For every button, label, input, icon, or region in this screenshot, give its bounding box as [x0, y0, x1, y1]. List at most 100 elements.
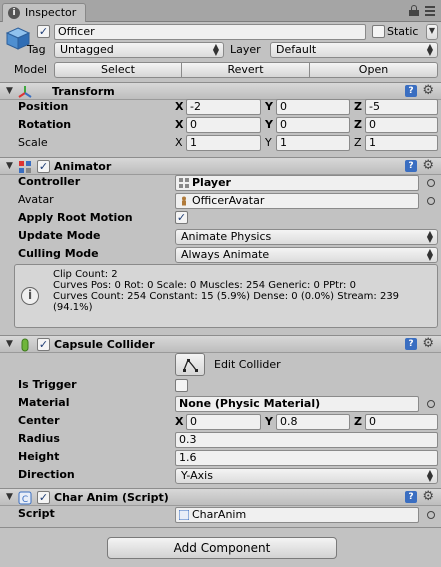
- material-label: Material: [18, 396, 70, 409]
- edit-collider-button[interactable]: [175, 353, 205, 376]
- script-label: Script: [18, 507, 55, 520]
- scale-y-input[interactable]: 1: [276, 135, 350, 151]
- script-icon: C: [18, 491, 32, 505]
- tag-dropdown[interactable]: Untagged ▲ ▼: [54, 42, 224, 58]
- transform-header[interactable]: ▼ Transform ? ⚙: [0, 82, 441, 100]
- rotation-z-input[interactable]: 0: [365, 117, 438, 133]
- model-revert-button[interactable]: Revert: [181, 62, 310, 78]
- center-z-label: Z: [354, 415, 362, 428]
- dropdown-arrows-icon: ▲ ▼: [426, 247, 433, 262]
- animator-header[interactable]: ▼ ✓ Animator ? ⚙: [0, 157, 441, 175]
- position-label: Position: [18, 100, 69, 113]
- layer-dropdown[interactable]: Default ▲ ▼: [270, 42, 438, 58]
- animator-info-box: i Clip Count: 2 Curves Pos: 0 Rot: 0 Sca…: [14, 264, 438, 328]
- position-y-input[interactable]: 0: [276, 99, 350, 115]
- add-component-button[interactable]: Add Component: [107, 537, 337, 559]
- help-icon[interactable]: ?: [405, 491, 417, 503]
- scale-y-label: Y: [265, 136, 272, 149]
- object-picker-icon[interactable]: [427, 511, 435, 519]
- scale-x-label: X: [175, 136, 183, 149]
- info-line: Clip Count: 2: [53, 269, 118, 280]
- animator-enabled-checkbox[interactable]: ✓: [37, 160, 50, 173]
- char-anim-header[interactable]: ▼ C ✓ Char Anim (Script) ? ⚙: [0, 488, 441, 506]
- object-picker-icon[interactable]: [427, 179, 435, 187]
- gear-icon[interactable]: ⚙: [422, 489, 434, 504]
- model-select-button[interactable]: Select: [54, 62, 182, 78]
- rotation-x-label: X: [175, 118, 184, 131]
- culling-mode-dropdown[interactable]: Always Animate ▲ ▼: [175, 247, 438, 263]
- gear-icon[interactable]: ⚙: [422, 83, 434, 98]
- is-trigger-label: Is Trigger: [18, 378, 77, 391]
- center-y-label: Y: [265, 415, 273, 428]
- rotation-label: Rotation: [18, 118, 72, 131]
- center-z-input[interactable]: 0: [365, 414, 438, 430]
- info-line: (94.1%): [53, 302, 93, 313]
- info-icon: i: [8, 7, 20, 19]
- object-picker-icon[interactable]: [427, 400, 435, 408]
- controller-field[interactable]: Player: [175, 175, 419, 191]
- update-mode-value: Animate Physics: [181, 230, 272, 243]
- direction-dropdown[interactable]: Y-Axis ▲ ▼: [175, 468, 438, 484]
- height-input[interactable]: 1.6: [175, 450, 438, 466]
- gameobject-name-input[interactable]: Officer: [54, 24, 366, 40]
- update-mode-dropdown[interactable]: Animate Physics ▲ ▼: [175, 229, 438, 245]
- foldout-icon[interactable]: ▼: [6, 492, 13, 502]
- position-x-label: X: [175, 100, 184, 113]
- object-picker-icon[interactable]: [427, 197, 435, 205]
- inspector-titlebar: i Inspector: [0, 0, 441, 22]
- model-open-button[interactable]: Open: [309, 62, 438, 78]
- foldout-icon[interactable]: ▼: [6, 161, 13, 171]
- help-icon[interactable]: ?: [405, 338, 417, 350]
- direction-value: Y-Axis: [181, 469, 213, 482]
- char-anim-enabled-checkbox[interactable]: ✓: [37, 491, 50, 504]
- foldout-icon[interactable]: ▼: [6, 339, 13, 349]
- avatar-icon: [182, 196, 186, 206]
- animator-controller-icon: [179, 178, 189, 188]
- scale-label: Scale: [18, 136, 48, 149]
- menu-icon[interactable]: [425, 6, 435, 16]
- capsule-collider-title: Capsule Collider: [54, 338, 155, 351]
- help-icon[interactable]: ?: [405, 85, 417, 97]
- dropdown-arrows-icon: ▲ ▼: [426, 229, 433, 244]
- apply-root-motion-checkbox[interactable]: ✓: [175, 211, 188, 224]
- static-label: Static: [387, 25, 419, 38]
- char-anim-title: Char Anim (Script): [54, 491, 169, 504]
- foldout-icon[interactable]: ▼: [6, 86, 13, 96]
- help-icon[interactable]: ?: [405, 160, 417, 172]
- center-y-input[interactable]: 0.8: [276, 414, 350, 430]
- position-x-input[interactable]: -2: [186, 99, 261, 115]
- dropdown-arrows-icon: ▲ ▼: [426, 42, 433, 57]
- capsule-collider-enabled-checkbox[interactable]: ✓: [37, 338, 50, 351]
- center-x-input[interactable]: 0: [186, 414, 261, 430]
- tab-inspector[interactable]: i Inspector: [2, 3, 86, 22]
- edit-collider-icon: [183, 358, 198, 372]
- static-checkbox[interactable]: [372, 25, 385, 38]
- rotation-y-input[interactable]: 0: [276, 117, 350, 133]
- script-file-icon: [179, 510, 189, 520]
- scale-z-label: Z: [354, 136, 362, 149]
- scale-x-input[interactable]: 1: [186, 135, 261, 151]
- scale-z-input[interactable]: 1: [365, 135, 438, 151]
- gear-icon[interactable]: ⚙: [422, 336, 434, 351]
- capsule-collider-header[interactable]: ▼ ✓ Capsule Collider ? ⚙: [0, 335, 441, 353]
- center-x-label: X: [175, 415, 184, 428]
- avatar-value: OfficerAvatar: [192, 194, 265, 207]
- gameobject-active-checkbox[interactable]: ✓: [37, 25, 50, 38]
- rotation-z-label: Z: [354, 118, 362, 131]
- static-dropdown[interactable]: ▼: [426, 24, 438, 40]
- material-field[interactable]: None (Physic Material): [175, 396, 419, 412]
- dropdown-arrows-icon: ▲ ▼: [212, 42, 219, 57]
- culling-mode-value: Always Animate: [181, 248, 270, 261]
- capsule-icon: [21, 338, 29, 352]
- lock-icon[interactable]: [409, 5, 419, 16]
- avatar-label: Avatar: [18, 193, 54, 206]
- model-label: Model: [14, 63, 48, 76]
- avatar-field[interactable]: OfficerAvatar: [175, 193, 419, 209]
- is-trigger-checkbox[interactable]: [175, 379, 188, 392]
- script-field[interactable]: CharAnim: [175, 507, 419, 523]
- position-z-input[interactable]: -5: [365, 99, 438, 115]
- rotation-x-input[interactable]: 0: [186, 117, 261, 133]
- radius-label: Radius: [18, 432, 60, 445]
- radius-input[interactable]: 0.3: [175, 432, 438, 448]
- gear-icon[interactable]: ⚙: [422, 158, 434, 173]
